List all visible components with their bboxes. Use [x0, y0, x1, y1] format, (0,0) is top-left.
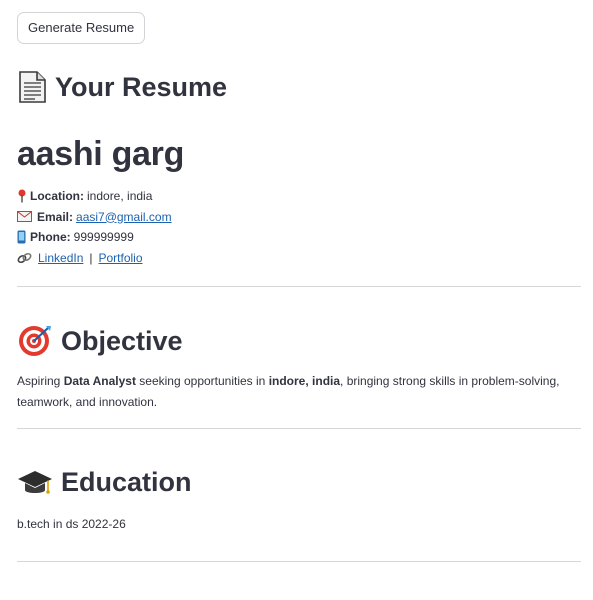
- email-link[interactable]: aasi7@gmail.com: [76, 207, 172, 228]
- generate-resume-button[interactable]: Generate Resume: [17, 12, 146, 44]
- link-separator: |: [89, 250, 93, 265]
- email-line: Email: aasi7@gmail.com: [17, 207, 581, 228]
- link-icon: [17, 252, 32, 264]
- portfolio-link[interactable]: Portfolio: [99, 248, 143, 269]
- education-heading: Education: [17, 467, 581, 498]
- phone-label: Phone:: [30, 230, 71, 244]
- linkedin-link[interactable]: LinkedIn: [38, 248, 83, 269]
- envelope-icon: [17, 211, 32, 223]
- phone-line: Phone: 999999999: [17, 227, 581, 248]
- divider-objective: [17, 428, 581, 429]
- phone-value: 999999999: [73, 230, 134, 244]
- education-text: b.tech in ds 2022-26: [17, 517, 126, 531]
- objective-text: Aspiring Data Analyst seeking opportunit…: [17, 374, 560, 409]
- resume-page: Generate Resume Your Resume aashi garg L…: [17, 12, 581, 562]
- candidate-name: aashi garg: [17, 135, 185, 173]
- location-value: indore, india: [87, 189, 153, 203]
- divider-education: [17, 560, 581, 562]
- divider-contact: [17, 286, 581, 287]
- links-line: LinkedIn | Portfolio: [17, 248, 581, 269]
- document-icon: [17, 71, 47, 103]
- pin-icon: [17, 189, 27, 203]
- location-line: Location: indore, india: [17, 186, 581, 207]
- objective-heading: Objective: [17, 325, 581, 357]
- target-icon: [17, 325, 53, 357]
- your-resume-heading: Your Resume: [17, 71, 581, 103]
- objective-title: Objective: [61, 325, 183, 356]
- education-title: Education: [61, 467, 192, 497]
- graduation-cap-icon: [17, 469, 53, 497]
- location-label: Location:: [30, 189, 84, 203]
- phone-icon: [17, 230, 26, 244]
- email-label: Email:: [37, 209, 74, 224]
- your-resume-title: Your Resume: [55, 71, 228, 102]
- contact-block: Location: indore, india Email: aasi7@gma…: [17, 186, 581, 268]
